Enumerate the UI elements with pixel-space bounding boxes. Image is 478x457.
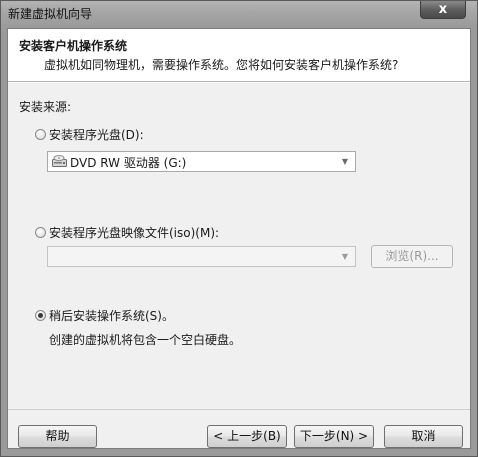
radio-iso-image[interactable]: [35, 227, 46, 238]
page-title: 安装客户机操作系统: [19, 39, 128, 53]
wizard-body: 安装客户机操作系统 虚拟机如同物理机，需要操作系统。您将如何安装客户机操作系统?…: [7, 28, 471, 449]
header-divider: [8, 82, 470, 83]
radio-installer-disc[interactable]: [35, 129, 46, 140]
title-bar[interactable]: 新建虚拟机向导 x: [1, 1, 477, 25]
cancel-button[interactable]: 取消: [384, 425, 463, 448]
back-button[interactable]: < 上一步(B): [207, 425, 287, 448]
chevron-down-icon: ▼: [341, 157, 349, 166]
browse-button[interactable]: 浏览(R)...: [371, 245, 453, 268]
window-title: 新建虚拟机向导: [8, 7, 93, 21]
install-source-label: 安装来源:: [19, 100, 72, 114]
dvd-drive-icon: [52, 155, 67, 167]
footer-divider: [8, 409, 470, 410]
wizard-window: 新建虚拟机向导 x 安装客户机操作系统 虚拟机如同物理机，需要操作系统。您将如何…: [0, 0, 478, 457]
install-later-description: 创建的虚拟机将包含一个空白硬盘。: [49, 333, 242, 347]
help-button[interactable]: 帮助: [18, 425, 97, 448]
close-icon: x: [438, 2, 448, 17]
disc-drive-value: DVD RW 驱动器 (G:): [70, 156, 187, 170]
disc-drive-select[interactable]: DVD RW 驱动器 (G:) ▼: [47, 151, 356, 172]
chevron-down-icon: ▼: [341, 252, 349, 261]
wizard-header: 安装客户机操作系统 虚拟机如同物理机，需要操作系统。您将如何安装客户机操作系统?: [8, 29, 470, 82]
install-later-label[interactable]: 稍后安装操作系统(S)。: [49, 307, 174, 324]
page-subtitle: 虚拟机如同物理机，需要操作系统。您将如何安装客户机操作系统?: [44, 58, 399, 72]
iso-image-label[interactable]: 安装程序光盘映像文件(iso)(M):: [49, 224, 219, 241]
radio-install-later[interactable]: [35, 310, 46, 321]
installer-disc-label[interactable]: 安装程序光盘(D):: [49, 126, 144, 143]
next-button[interactable]: 下一步(N) >: [294, 425, 374, 448]
iso-path-select[interactable]: ▼: [47, 246, 356, 267]
close-button[interactable]: x: [420, 1, 466, 19]
